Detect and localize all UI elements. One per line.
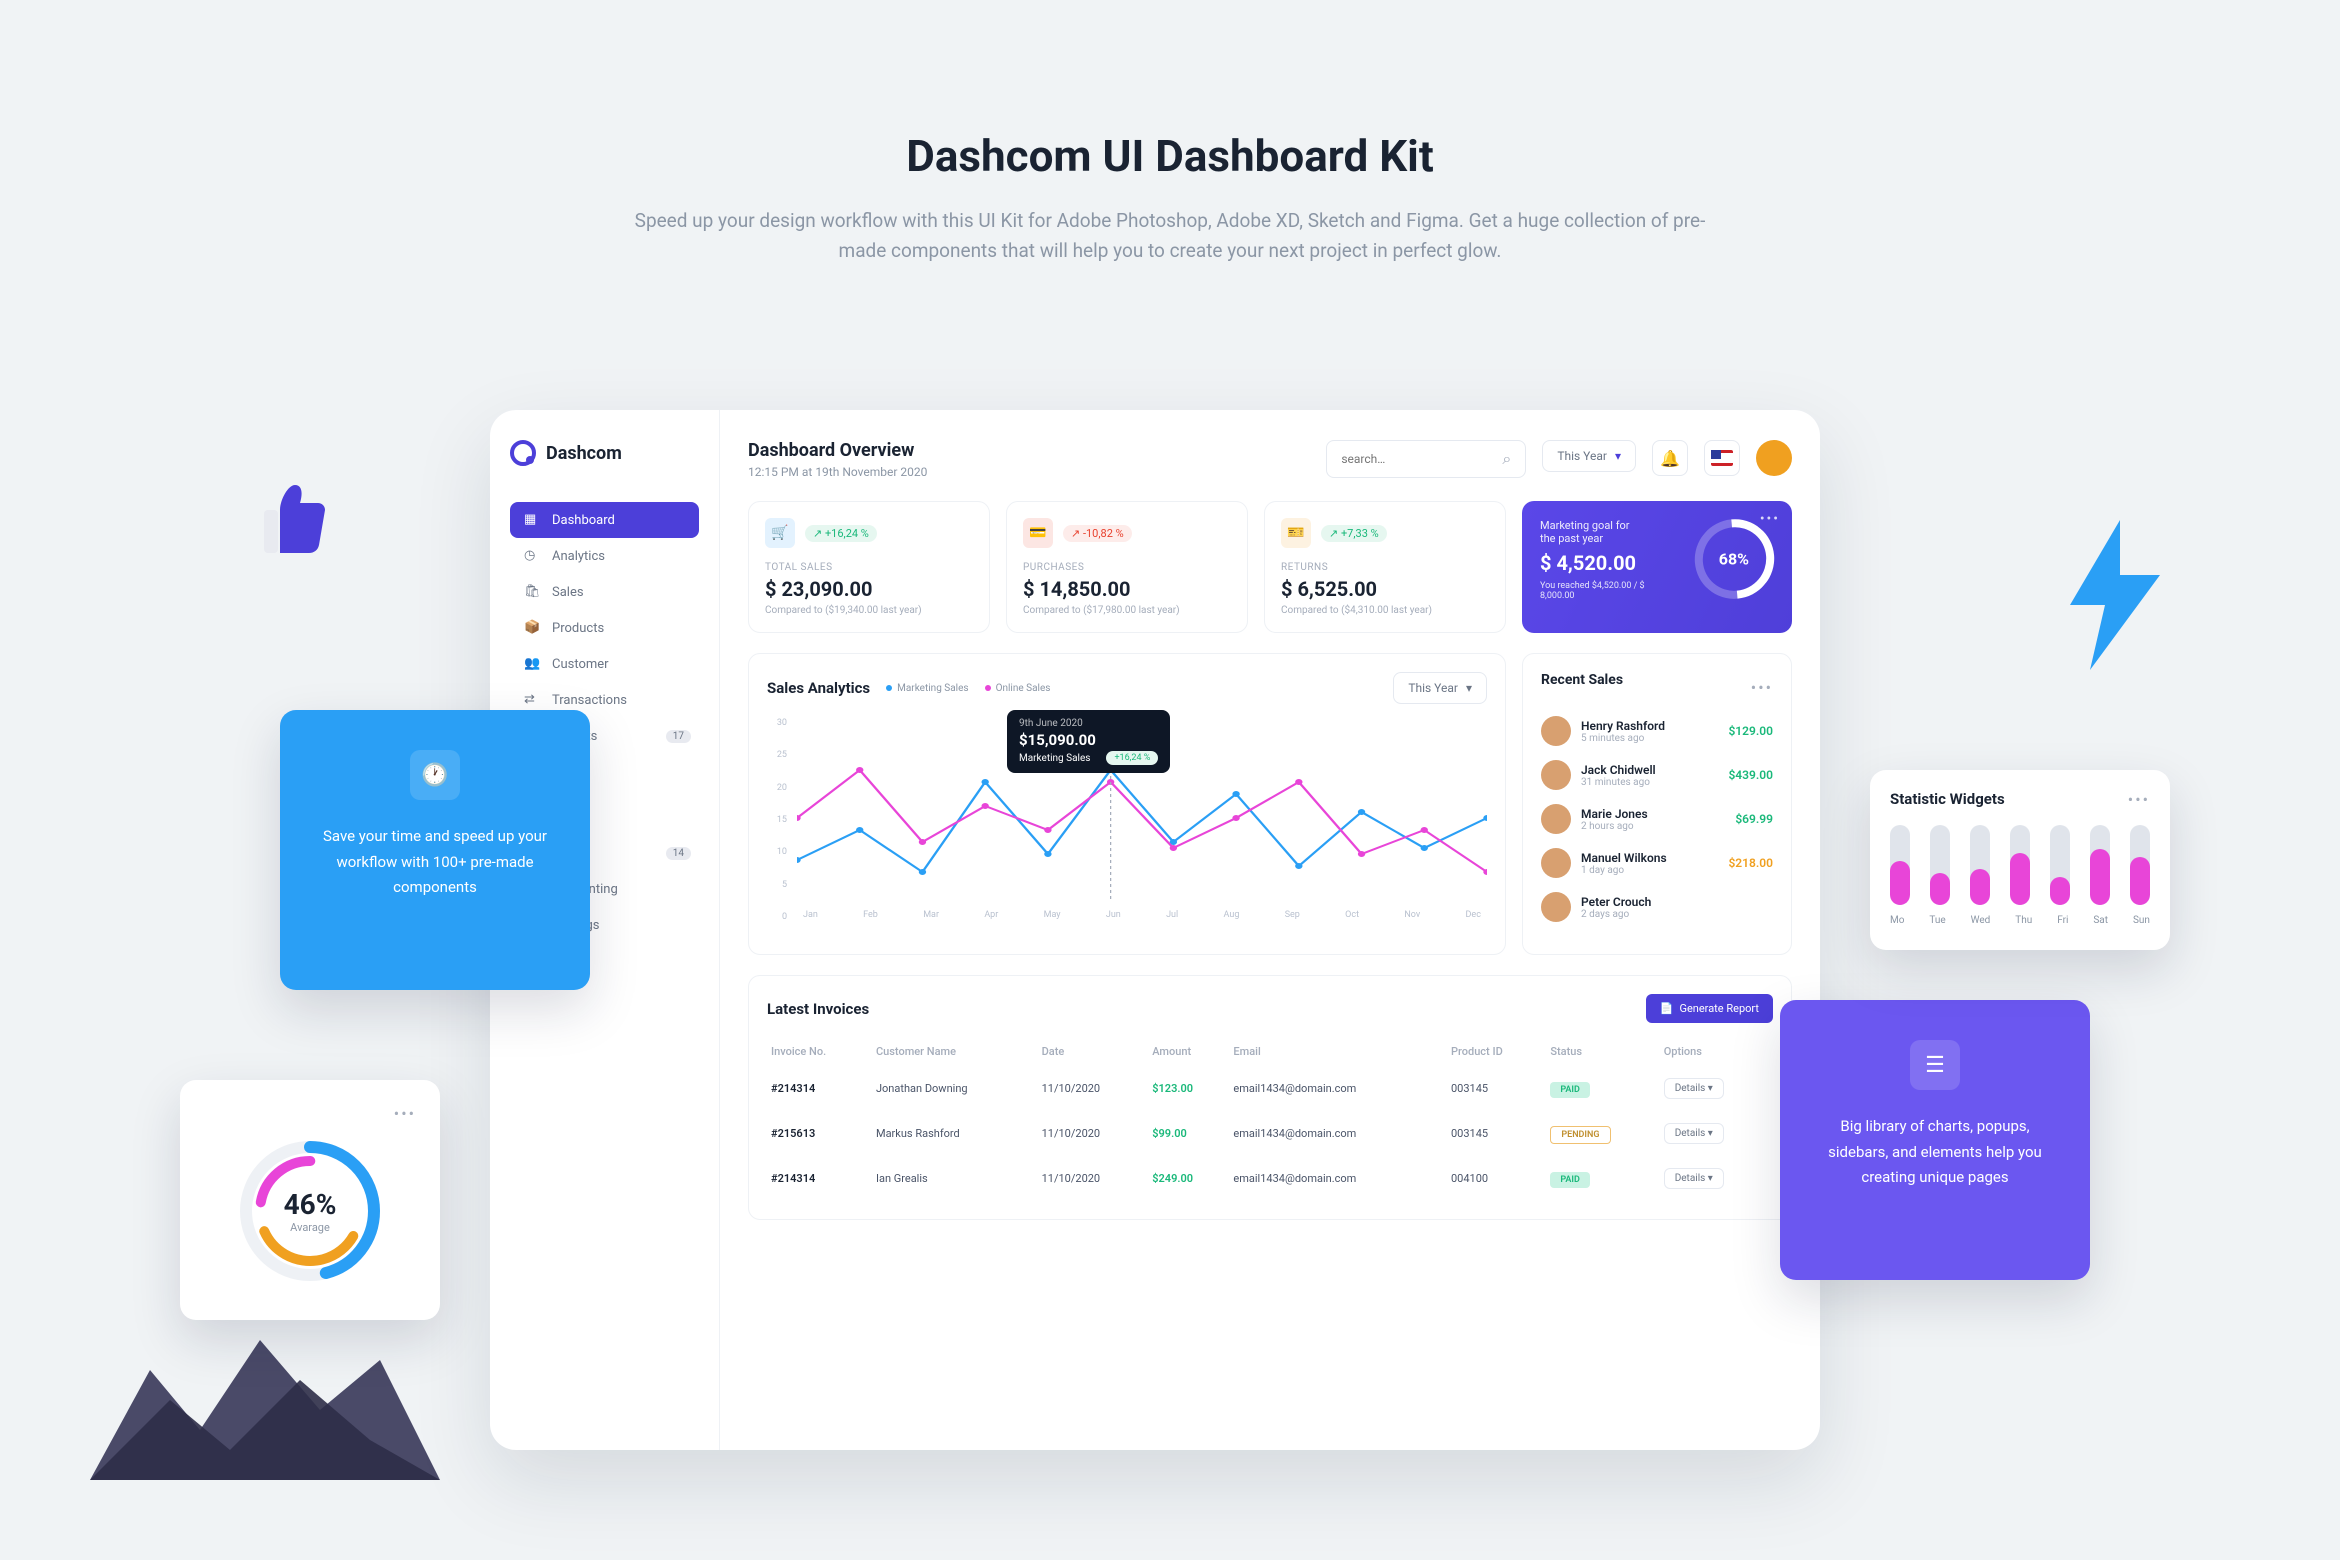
- search-icon: ⌕: [1502, 449, 1511, 469]
- avatar: [1541, 804, 1571, 834]
- recent-sale-row[interactable]: Marie Jones2 hours ago$69.99: [1541, 804, 1773, 834]
- mountain-chart-icon: [90, 1310, 440, 1480]
- invoices-title: Latest Invoices: [767, 1000, 869, 1018]
- status-badge: PENDING: [1550, 1126, 1610, 1144]
- main-content: Dashboard Overview 12:15 PM at 19th Nove…: [720, 410, 1820, 1450]
- nav-icon: ⇄: [524, 692, 540, 708]
- bar: [2130, 825, 2150, 905]
- legend-marketing: Marketing Sales: [886, 683, 968, 694]
- invoices-panel: Latest Invoices 📄Generate Report Invoice…: [748, 975, 1792, 1220]
- logo-text: Dashcom: [546, 443, 622, 464]
- nav-icon: 👥: [524, 656, 540, 672]
- nav-icon: ▦: [524, 512, 540, 528]
- sidebar-item-analytics[interactable]: ◷Analytics: [510, 538, 699, 574]
- bar: [2050, 825, 2070, 905]
- invoice-row: #214314Jonathan Downing11/10/2020$123.00…: [767, 1066, 1773, 1111]
- chart-tooltip: 9th June 2020 $15,090.00 Marketing Sales…: [1007, 710, 1170, 773]
- layers-icon: ☰: [1925, 1053, 1945, 1078]
- search-input[interactable]: ⌕: [1326, 440, 1526, 478]
- stat-delta: ↗ +16,24 %: [805, 525, 877, 542]
- app-window: Dashcom ▦Dashboard◷Analytics🛍Sales📦Produ…: [490, 410, 1820, 1450]
- hero-title: Dashcom UI Dashboard Kit: [0, 130, 2340, 182]
- us-flag-icon: [1711, 450, 1733, 466]
- recent-title: Recent Sales: [1541, 672, 1623, 688]
- bar: [1890, 825, 1910, 905]
- chart-title: Sales Analytics: [767, 679, 870, 697]
- logo[interactable]: Dashcom: [510, 440, 699, 466]
- user-avatar[interactable]: [1756, 440, 1792, 476]
- avatar: [1541, 848, 1571, 878]
- status-badge: PAID: [1550, 1172, 1590, 1188]
- generate-report-button[interactable]: 📄Generate Report: [1646, 994, 1773, 1023]
- bar: [2090, 825, 2110, 905]
- document-icon: 📄: [1660, 1002, 1674, 1015]
- invoice-row: #215613Markus Rashford11/10/2020$99.00em…: [767, 1111, 1773, 1156]
- notification-button[interactable]: 🔔: [1652, 440, 1688, 476]
- sales-analytics-chart: Sales Analytics Marketing Sales Online S…: [748, 653, 1506, 955]
- chevron-down-icon: ▾: [1615, 449, 1621, 463]
- logo-icon: [510, 440, 536, 466]
- recent-sale-row[interactable]: Manuel Wilkons1 day ago$218.00: [1541, 848, 1773, 878]
- average-donut-card: ••• 46%Avarage: [180, 1080, 440, 1320]
- chart-period-dropdown[interactable]: This Year▾: [1393, 672, 1487, 704]
- recent-sale-row[interactable]: Henry Rashford5 minutes ago$129.00: [1541, 716, 1773, 746]
- more-icon[interactable]: •••: [2128, 790, 2150, 809]
- stat-widget-title: Statistic Widgets: [1890, 790, 2005, 809]
- stat-delta: ↗ +7,33 %: [1321, 525, 1387, 542]
- stat-icon: 💳: [1023, 518, 1053, 548]
- chevron-down-icon: ▾: [1466, 681, 1472, 695]
- sidebar-item-dashboard[interactable]: ▦Dashboard: [510, 502, 699, 538]
- avatar: [1541, 716, 1571, 746]
- details-button[interactable]: Details ▾: [1664, 1078, 1724, 1099]
- nav-icon: 📦: [524, 620, 540, 636]
- stat-card: 🎫↗ +7,33 %RETURNS$ 6,525.00Compared to (…: [1264, 501, 1506, 633]
- period-dropdown[interactable]: This Year ▾: [1542, 440, 1636, 472]
- details-button[interactable]: Details ▾: [1664, 1168, 1724, 1189]
- thumbs-up-icon: [250, 470, 330, 560]
- sidebar-item-customer[interactable]: 👥Customer: [510, 646, 699, 682]
- details-button[interactable]: Details ▾: [1664, 1123, 1724, 1144]
- nav-icon: ◷: [524, 548, 540, 564]
- bell-icon: 🔔: [1660, 449, 1680, 468]
- bar: [2010, 825, 2030, 905]
- stat-icon: 🎫: [1281, 518, 1311, 548]
- statistic-widget-card: Statistic Widgets••• MoTueWedThuFriSatSu…: [1870, 770, 2170, 950]
- donut-chart: 46%Avarage: [230, 1131, 390, 1291]
- promo-card-library: ☰ Big library of charts, popups, sidebar…: [1780, 1000, 2090, 1280]
- legend-online: Online Sales: [985, 683, 1051, 694]
- stat-icon: 🛒: [765, 518, 795, 548]
- page-title: Dashboard Overview: [748, 440, 927, 461]
- sidebar-item-products[interactable]: 📦Products: [510, 610, 699, 646]
- clock-icon: 🕐: [421, 763, 448, 788]
- more-icon[interactable]: •••: [1751, 678, 1773, 697]
- status-badge: PAID: [1550, 1082, 1590, 1098]
- hero-subtitle: Speed up your design workflow with this …: [620, 206, 1720, 267]
- avatar: [1541, 760, 1571, 790]
- nav-icon: 🛍: [524, 584, 540, 600]
- invoice-row: #214314Ian Grealis11/10/2020$249.00email…: [767, 1156, 1773, 1201]
- stat-card: 🛒↗ +16,24 %TOTAL SALES$ 23,090.00Compare…: [748, 501, 990, 633]
- more-icon[interactable]: •••: [1760, 511, 1780, 527]
- recent-sale-row[interactable]: Jack Chidwell31 minutes ago$439.00: [1541, 760, 1773, 790]
- page-timestamp: 12:15 PM at 19th November 2020: [748, 465, 927, 479]
- lightning-bolt-icon: [2060, 520, 2170, 670]
- more-icon[interactable]: •••: [394, 1104, 416, 1123]
- bar: [1970, 825, 1990, 905]
- marketing-goal-card: •••Marketing goal for the past year$ 4,5…: [1522, 501, 1792, 633]
- stat-card: 💳↗ -10,82 %PURCHASES$ 14,850.00Compared …: [1006, 501, 1248, 633]
- avatar: [1541, 892, 1571, 922]
- language-button[interactable]: [1704, 440, 1740, 476]
- stat-delta: ↗ -10,82 %: [1063, 525, 1132, 542]
- bar: [1930, 825, 1950, 905]
- recent-sale-row[interactable]: Peter Crouch2 days ago: [1541, 892, 1773, 922]
- recent-sales-panel: Recent Sales ••• Henry Rashford5 minutes …: [1522, 653, 1792, 955]
- sidebar-item-sales[interactable]: 🛍Sales: [510, 574, 699, 610]
- promo-card-components: 🕐 Save your time and speed up your workf…: [280, 710, 590, 990]
